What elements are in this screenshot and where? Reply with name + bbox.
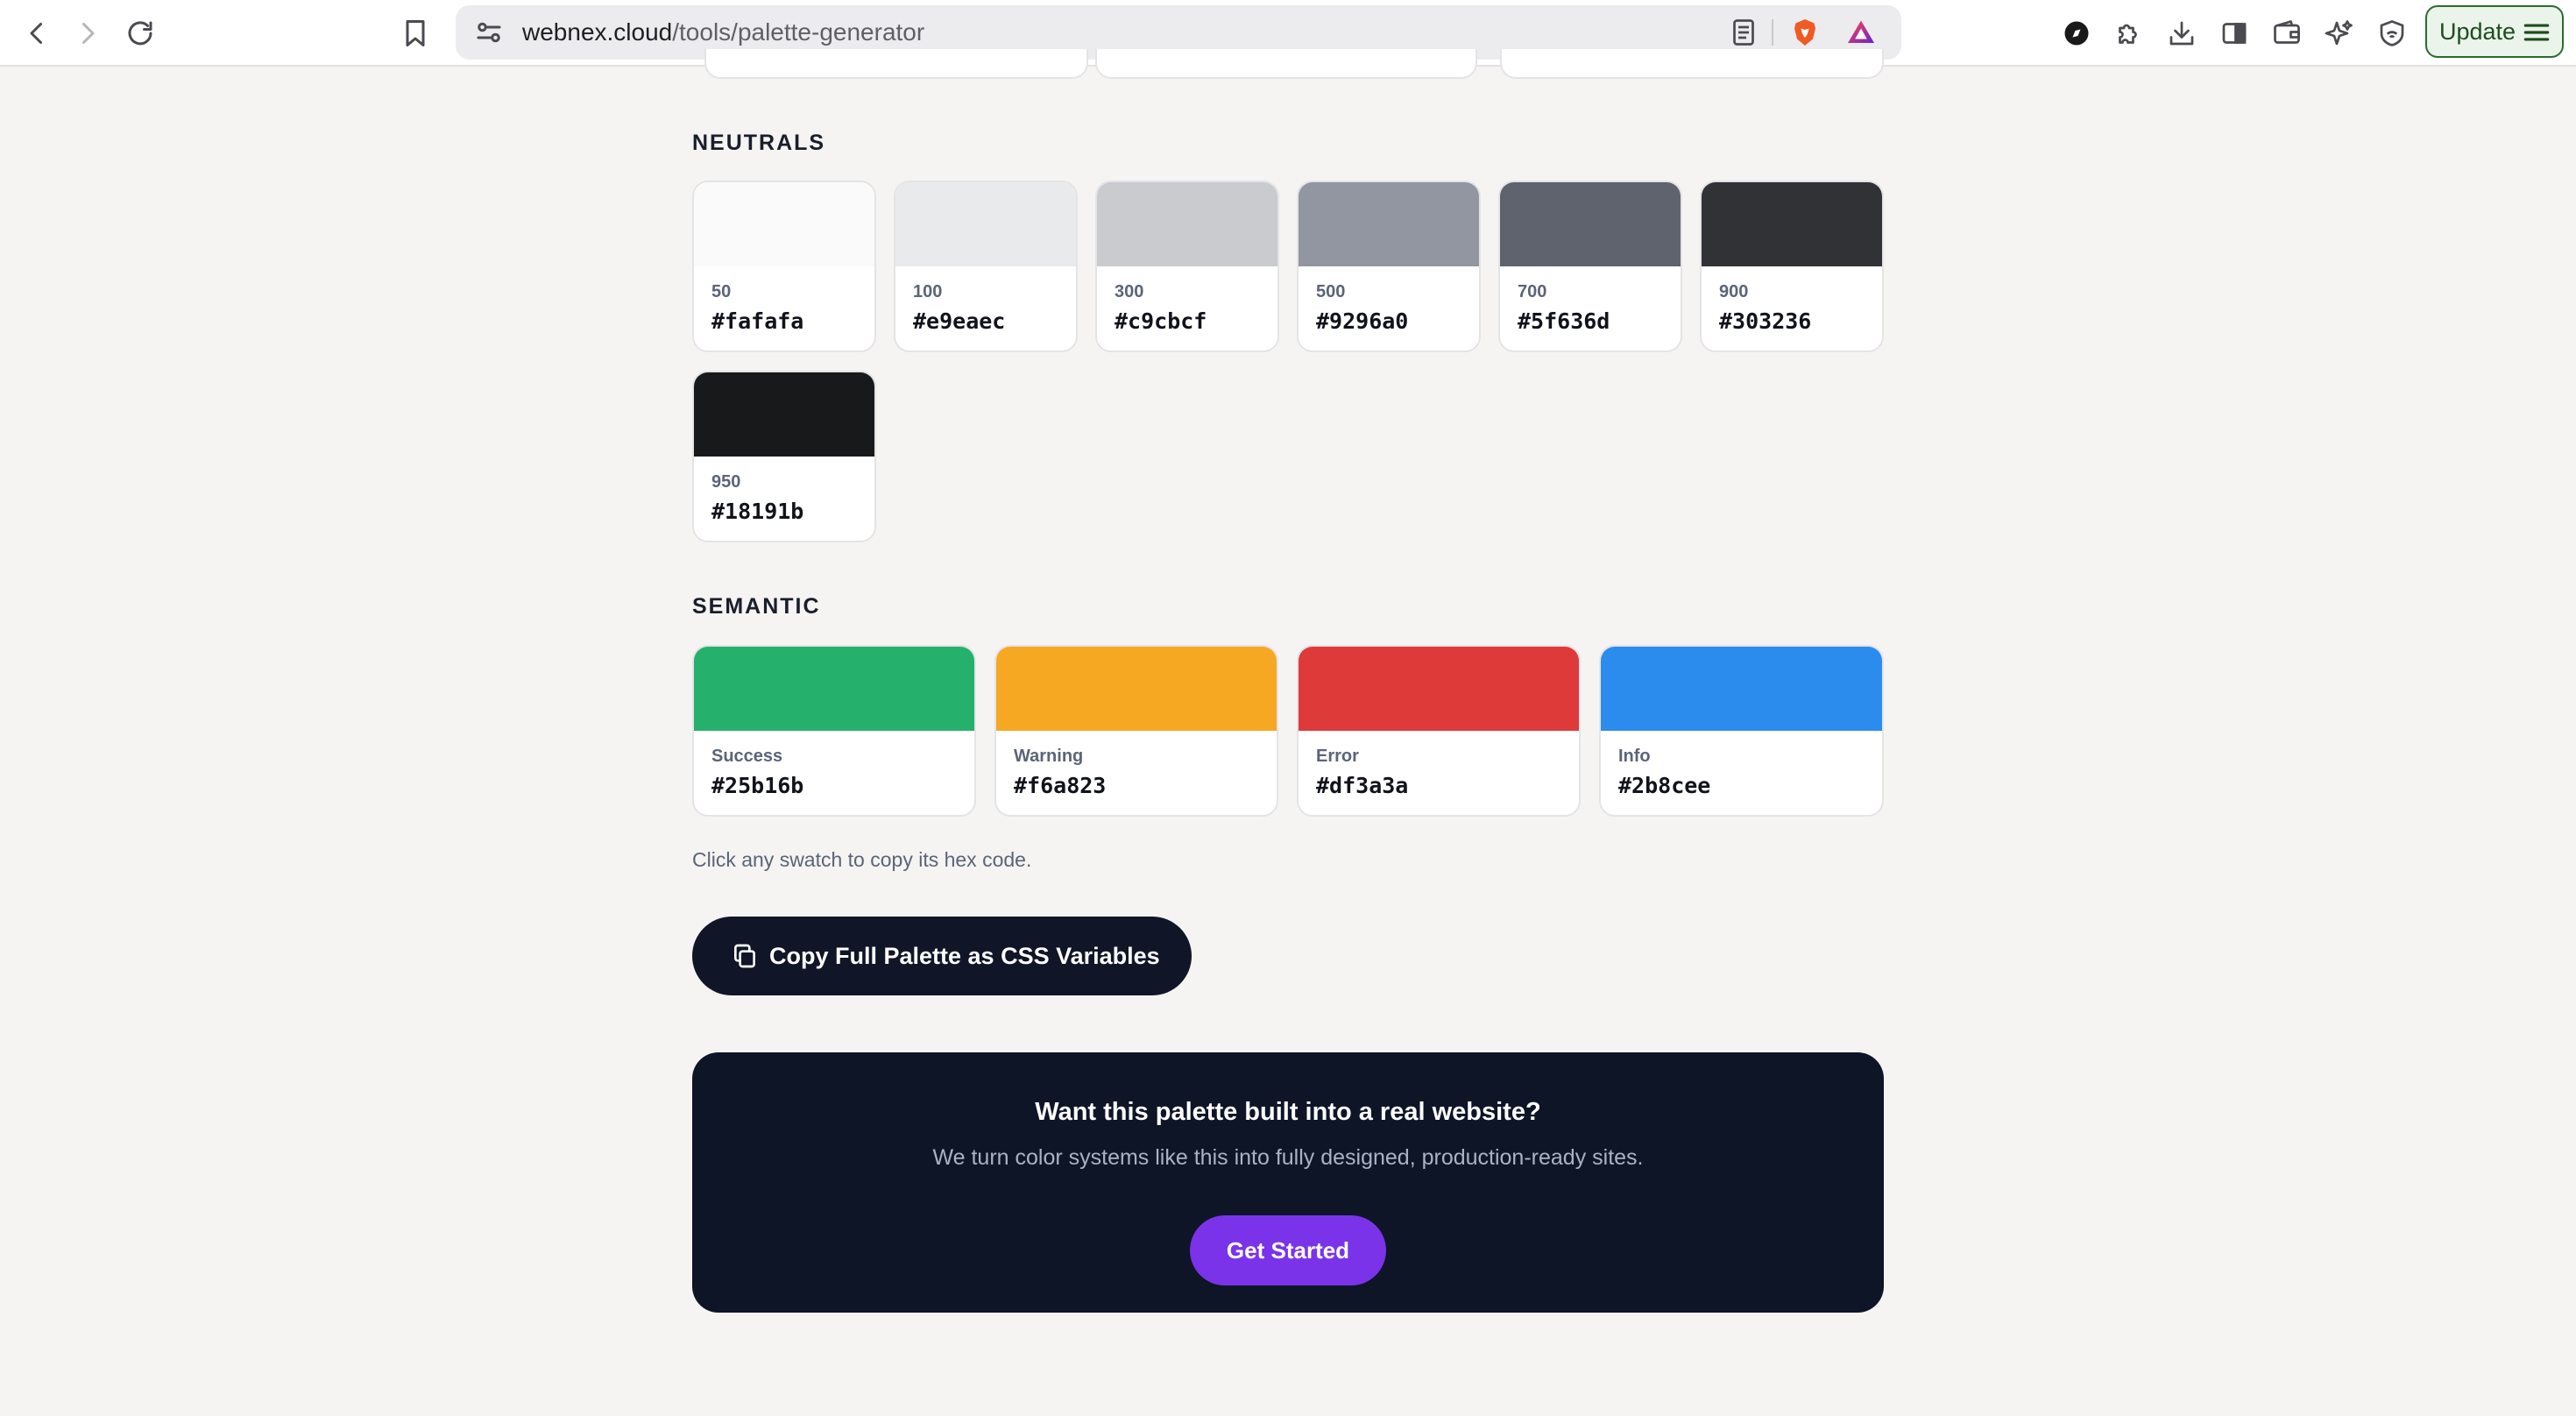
swatch-hex: #25b16b [711, 773, 804, 798]
previous-card[interactable] [1500, 49, 1884, 79]
swatch-hex: #df3a3a [1316, 773, 1409, 798]
swatch-hex: #e9eaec [913, 308, 1006, 334]
rewards-triangle-icon [1848, 20, 1874, 43]
swatch-neutral-700[interactable]: 700 #5f636d [1498, 181, 1682, 352]
sidebar-button[interactable] [2213, 12, 2255, 54]
swatch-label: 900 [1719, 282, 1749, 301]
url-path: /tools/palette-generator [672, 18, 925, 46]
update-label: Update [2439, 18, 2516, 45]
color-chip [996, 647, 1277, 731]
sparkle-icon [2325, 20, 2353, 46]
copy-hint-text: Click any swatch to copy its hex code. [692, 848, 1032, 871]
swatch-neutral-950[interactable]: 950 #18191b [692, 371, 876, 542]
download-icon [2169, 21, 2194, 46]
color-chip [694, 647, 974, 731]
reload-icon [128, 21, 152, 46]
swatch-error[interactable]: Error #df3a3a [1297, 645, 1581, 817]
brave-lion-icon [1794, 19, 1815, 46]
leo-ai-button[interactable] [2056, 12, 2098, 54]
previous-card[interactable] [704, 49, 1088, 79]
reload-button[interactable] [119, 12, 161, 54]
reader-mode-button[interactable] [1723, 11, 1765, 53]
swatch-label: 50 [711, 282, 732, 301]
swatch-neutral-100[interactable]: 100 #e9eaec [894, 181, 1078, 352]
swatch-label: 950 [711, 472, 741, 492]
downloads-button[interactable] [2161, 12, 2203, 54]
sidebar-icon [2222, 23, 2247, 44]
swatch-hex: #9296a0 [1316, 308, 1409, 334]
swatch-neutral-300[interactable]: 300 #c9cbcf [1095, 181, 1279, 352]
site-settings-button[interactable] [468, 11, 510, 53]
bookmark-button[interactable] [394, 12, 436, 54]
swatch-success[interactable]: Success #25b16b [692, 645, 976, 817]
cta-banner: Want this palette built into a real webs… [692, 1052, 1884, 1313]
update-button[interactable]: Update [2425, 5, 2564, 58]
semantic-heading: SEMANTIC [692, 594, 821, 619]
hamburger-menu-icon [2523, 24, 2550, 41]
vpn-button[interactable] [2371, 12, 2413, 54]
color-chip [1097, 182, 1277, 266]
color-chip [1702, 182, 1882, 266]
puzzle-icon [2119, 24, 2137, 44]
swatch-hex: #f6a823 [1014, 773, 1107, 798]
swatch-label: 100 [913, 282, 943, 301]
brave-shields-button[interactable] [1784, 11, 1826, 53]
color-chip [694, 182, 874, 266]
extensions-button[interactable] [2108, 12, 2150, 54]
bookmark-icon [406, 20, 425, 46]
copy-icon [734, 944, 755, 968]
swatch-hex: #c9cbcf [1115, 308, 1207, 334]
reader-mode-icon [1733, 19, 1754, 46]
swatch-label: 500 [1316, 282, 1346, 301]
color-chip [694, 372, 874, 457]
swatch-label: Warning [1014, 747, 1084, 766]
compass-icon [2064, 21, 2089, 46]
swatch-info[interactable]: Info #2b8cee [1599, 645, 1884, 817]
swatch-hex: #18191b [711, 499, 804, 524]
swatch-label: Info [1618, 747, 1651, 766]
back-button[interactable] [16, 12, 58, 54]
color-chip [895, 182, 1076, 266]
site-settings-icon [477, 22, 501, 43]
neutrals-heading: NEUTRALS [692, 131, 826, 155]
color-chip [1500, 182, 1681, 266]
swatch-hex: #303236 [1719, 308, 1812, 334]
back-arrow-icon [30, 23, 42, 44]
forward-arrow-icon [82, 23, 95, 44]
copy-palette-label: Copy Full Palette as CSS Variables [769, 942, 1160, 969]
shield-icon [2380, 20, 2404, 46]
brave-rewards-button[interactable] [1840, 11, 1882, 53]
color-chip [1601, 647, 1882, 731]
swatch-neutral-50[interactable]: 50 #fafafa [692, 181, 876, 352]
url-host: webnex.cloud [522, 18, 673, 46]
cta-title: Want this palette built into a real webs… [1035, 1098, 1541, 1126]
swatch-hex: #fafafa [711, 308, 804, 334]
color-chip [1299, 182, 1479, 266]
forward-button[interactable] [67, 12, 109, 54]
swatch-hex: #2b8cee [1618, 773, 1711, 798]
leo-sparkle-button[interactable] [2318, 12, 2360, 54]
address-bar-divider [1772, 19, 1773, 46]
wallet-button[interactable] [2266, 12, 2308, 54]
cta-subtitle: We turn color systems like this into ful… [932, 1145, 1644, 1170]
swatch-neutral-500[interactable]: 500 #9296a0 [1297, 181, 1481, 352]
swatch-hex: #5f636d [1518, 308, 1610, 334]
swatch-label: Error [1316, 747, 1359, 766]
get-started-button[interactable]: Get Started [1190, 1215, 1386, 1285]
swatch-neutral-900[interactable]: 900 #303236 [1700, 181, 1884, 352]
wallet-icon [2274, 20, 2300, 44]
color-chip [1299, 647, 1579, 731]
swatch-label: 300 [1115, 282, 1144, 301]
previous-section-cards [692, 49, 1884, 79]
swatch-warning[interactable]: Warning #f6a823 [994, 645, 1278, 817]
copy-palette-button[interactable]: Copy Full Palette as CSS Variables [692, 917, 1192, 995]
previous-card[interactable] [1095, 49, 1477, 79]
swatch-label: 700 [1518, 282, 1547, 301]
swatch-label: Success [711, 747, 783, 766]
